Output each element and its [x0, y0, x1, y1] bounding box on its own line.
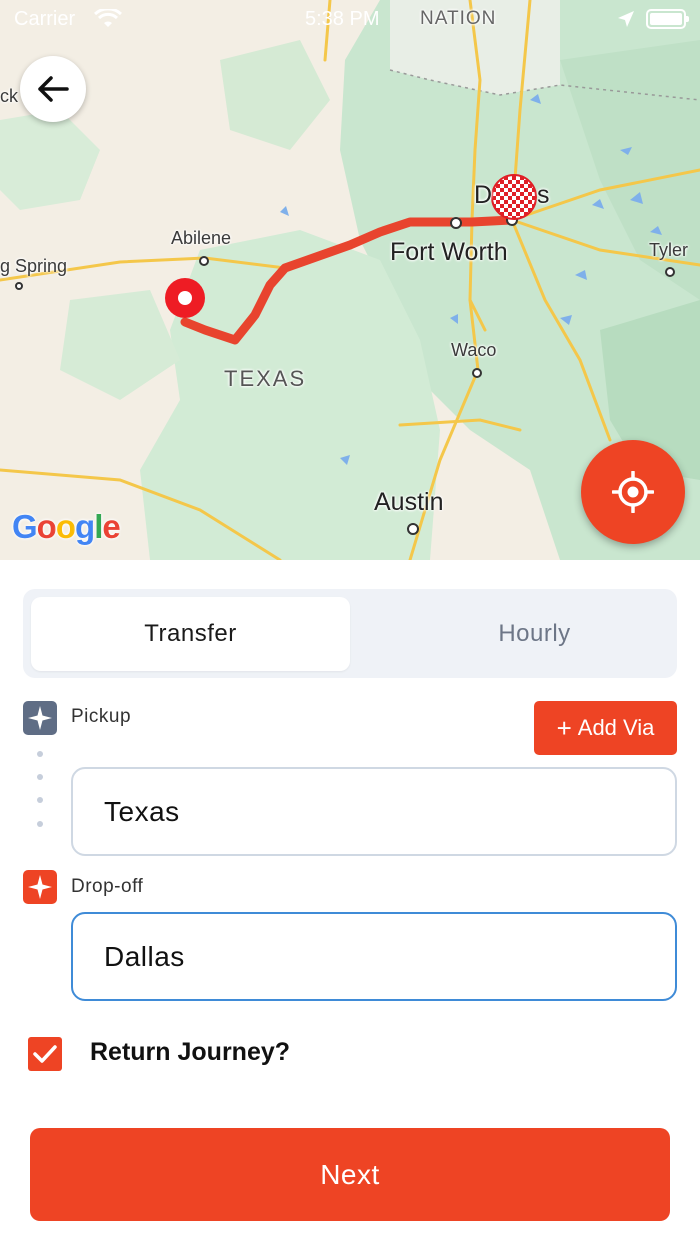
tab-transfer[interactable]: Transfer [31, 597, 350, 671]
return-journey-checkbox[interactable] [28, 1037, 62, 1071]
map-label-big-spring: g Spring [0, 256, 68, 276]
map-label-tyler: Tyler [649, 240, 689, 260]
map-label-abilene: Abilene [171, 228, 232, 248]
carrier-label: Carrier [14, 8, 76, 30]
map-view[interactable]: NATION ck Abilene g Spring D s Fort Wort… [0, 0, 700, 560]
map-label-partial: ck [0, 86, 18, 106]
map-label-fort-worth: Fort Worth [390, 238, 508, 266]
location-arrow-icon [617, 10, 635, 34]
dropoff-label: Drop-off [71, 876, 144, 897]
map-label-austin: Austin [374, 488, 444, 516]
status-bar: Carrier 5:38 PM [0, 0, 700, 40]
booking-type-tabs: Transfer Hourly [23, 589, 677, 678]
connector-dot [37, 751, 43, 757]
return-journey-label: Return Journey? [90, 1038, 291, 1066]
map-label-waco: Waco [451, 340, 497, 360]
clock: 5:38 PM [305, 8, 380, 30]
back-button[interactable] [20, 56, 86, 122]
next-button[interactable]: Next [30, 1128, 670, 1221]
my-location-button[interactable] [581, 440, 685, 544]
route-finish-flag-icon [491, 174, 537, 220]
wifi-icon [93, 7, 123, 35]
add-via-button[interactable]: + Add Via [534, 701, 677, 755]
checkmark-icon [33, 1045, 57, 1063]
connector-dot [37, 797, 43, 803]
google-logo: Google [12, 508, 121, 545]
dropoff-marker-icon [23, 870, 57, 904]
tab-hourly[interactable]: Hourly [375, 597, 694, 671]
plus-icon: + [556, 712, 572, 743]
connector-dot [37, 774, 43, 780]
route-start-marker-icon [165, 278, 205, 318]
map-label-texas: TEXAS [224, 366, 307, 391]
map-label-dallas-right: s [537, 181, 550, 209]
dropoff-input[interactable]: Dallas [71, 912, 677, 1001]
map-label-dallas-left: D [474, 181, 493, 209]
add-via-label: Add Via [577, 715, 655, 740]
pickup-marker-icon [23, 701, 57, 735]
arrow-left-icon [38, 76, 69, 102]
pickup-label: Pickup [71, 706, 132, 727]
pickup-input[interactable]: Texas [71, 767, 677, 856]
crosshair-icon [612, 471, 654, 513]
battery-icon [646, 9, 689, 29]
connector-dot [37, 821, 43, 827]
